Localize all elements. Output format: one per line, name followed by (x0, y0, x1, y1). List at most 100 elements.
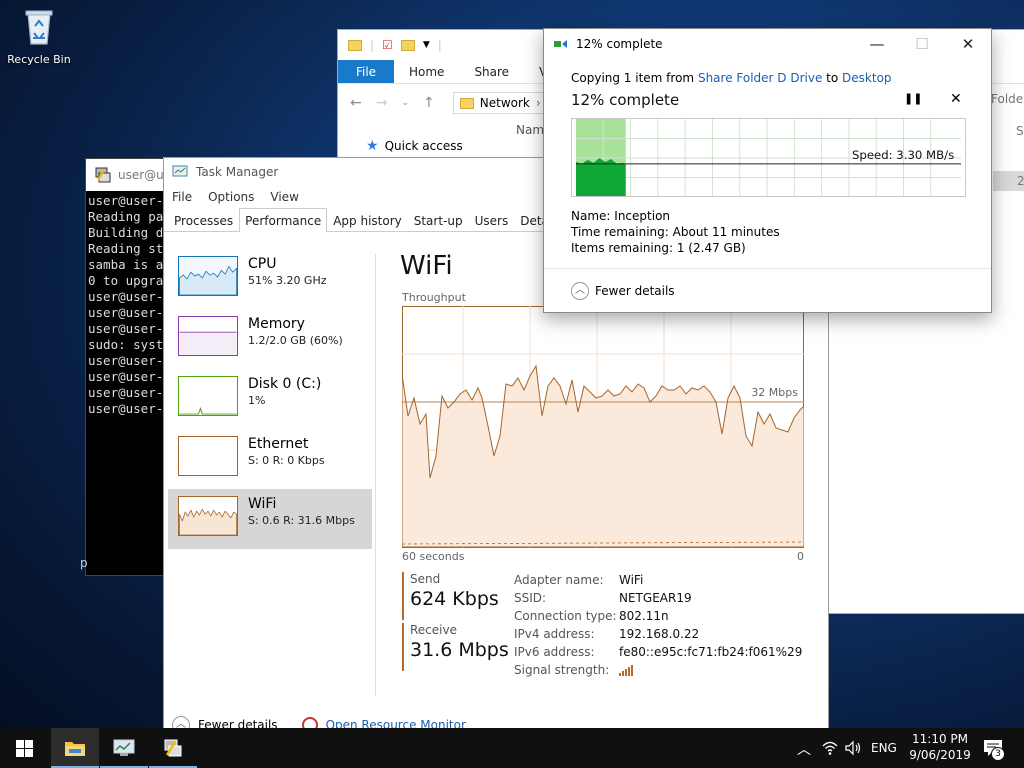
sidebar-item-disk[interactable]: Disk 0 (C:) 1% (168, 369, 372, 429)
copy-speed-graph: Speed: 3.30 MB/s (571, 118, 966, 197)
up-arrow-icon[interactable]: ↑ (423, 95, 435, 111)
recycle-bin-shortcut[interactable]: Recycle Bin (4, 6, 74, 66)
search-box-hint[interactable]: Folder (991, 92, 1024, 106)
copy-details: Name: Inception Time remaining: About 11… (571, 208, 780, 256)
sidebar-divider (375, 254, 376, 696)
action-center-button[interactable]: 3 (983, 739, 1005, 761)
destination-link[interactable]: Desktop (842, 71, 892, 85)
copy-progress-dialog[interactable]: 12% complete — ☐ ✕ Copying 1 item from S… (543, 28, 992, 313)
send-stat-bar (402, 572, 404, 620)
detail-key-adapter: Adapter name: (514, 573, 604, 587)
send-value: 624 Kbps (410, 588, 499, 610)
copy-dialog-divider (544, 268, 991, 269)
volume-icon[interactable] (845, 740, 863, 756)
notification-count-badge: 3 (991, 747, 1005, 761)
ribbon-tab-home[interactable]: Home (394, 60, 459, 83)
name-label: Name: (571, 209, 611, 223)
send-stat: Send 624 Kbps (402, 572, 499, 620)
ribbon-tab-share[interactable]: Share (459, 60, 524, 83)
properties-icon[interactable]: ☑ (382, 38, 393, 52)
adapter-details-keys: Adapter name: SSID: Connection type: IPv… (514, 571, 617, 679)
copy-progress-icon (554, 40, 567, 48)
copy-dialog-title: 12% complete (576, 37, 663, 51)
quick-access-dropdown-icon[interactable]: ▼ (423, 40, 430, 50)
folder-icon (348, 39, 362, 51)
sidebar-wifi-sub: S: 0.6 R: 31.6 Mbps (248, 514, 355, 527)
putty-icon (95, 167, 111, 183)
minimize-button[interactable]: — (865, 35, 889, 53)
progress-heading: 12% complete (571, 91, 680, 109)
copy-description: Copying 1 item from Share Folder D Drive… (571, 70, 892, 86)
ribbon-tab-file[interactable]: File (338, 60, 394, 83)
file-explorer-icon (65, 742, 85, 756)
network-wifi-icon[interactable] (822, 740, 838, 756)
sidebar-wifi-name: WiFi (248, 496, 277, 512)
close-window-button[interactable]: ✕ (956, 35, 980, 53)
star-icon: ★ (366, 138, 379, 154)
source-link[interactable]: Share Folder D Drive (698, 71, 822, 85)
detail-key-ssid: SSID: (514, 591, 547, 605)
sidebar-item-cpu[interactable]: CPU 51% 3.20 GHz (168, 249, 372, 309)
pause-button[interactable]: ❚❚ (904, 92, 922, 105)
taskbar: ︿ ENG 11:10 PM 9/06/2019 3 (0, 728, 1024, 768)
items-remaining-value: 1 (2.47 GB) (676, 241, 746, 255)
clock[interactable]: 11:10 PM 9/06/2019 (905, 732, 975, 762)
back-arrow-icon[interactable]: ← (350, 95, 362, 111)
nav-quick-access[interactable]: ★ Quick access (366, 138, 463, 154)
tab-processes[interactable]: Processes (168, 209, 239, 231)
forward-arrow-icon[interactable]: → (376, 95, 388, 111)
maximize-button[interactable]: ☐ (910, 35, 934, 53)
column-header-size[interactable]: Si (1016, 124, 1024, 138)
menu-view[interactable]: View (270, 190, 298, 204)
task-manager-icon (172, 165, 188, 177)
detail-key-connection: Connection type: (514, 609, 617, 623)
copy-to-word: to (826, 71, 839, 85)
cancel-copy-button[interactable]: ✕ (950, 91, 962, 107)
sidebar-item-wifi[interactable]: WiFi S: 0.6 R: 31.6 Mbps (168, 489, 372, 549)
clock-time: 11:10 PM (912, 732, 968, 746)
copy-fewer-details-label: Fewer details (595, 284, 675, 298)
graph-time-left: 60 seconds (402, 550, 465, 563)
sidebar-disk-name: Disk 0 (C:) (248, 376, 322, 392)
terminal-fragment: p (80, 556, 88, 570)
sidebar-ethernet-name: Ethernet (248, 436, 309, 452)
detail-value-ssid: NETGEAR19 (619, 591, 692, 605)
copy-fewer-details[interactable]: ︿ Fewer details (571, 282, 675, 300)
time-remaining-label: Time remaining: (571, 225, 669, 239)
detail-key-signal: Signal strength: (514, 663, 610, 677)
menu-options[interactable]: Options (208, 190, 254, 204)
detail-value-ipv4: 192.168.0.22 (619, 627, 700, 641)
receive-value: 31.6 Mbps (410, 639, 509, 661)
start-button[interactable] (0, 728, 48, 768)
detail-value-adapter: WiFi (619, 573, 644, 587)
recycle-bin-label: Recycle Bin (7, 53, 71, 66)
address-text: Network (479, 96, 530, 110)
recent-locations-icon[interactable]: ⌄ (401, 98, 409, 108)
tab-start-up[interactable]: Start-up (408, 209, 469, 231)
signal-strength-icon (619, 665, 633, 676)
menu-file[interactable]: File (172, 190, 192, 204)
recycle-bin-icon (25, 10, 53, 45)
tab-performance[interactable]: Performance (239, 208, 328, 232)
throughput-graph: 32 Mbps (402, 306, 804, 548)
wifi-mini-graph (178, 496, 238, 536)
adapter-details-values: WiFi NETGEAR19 802.11n 192.168.0.22 fe80… (619, 571, 802, 679)
new-folder-icon[interactable] (400, 39, 415, 51)
sidebar-cpu-name: CPU (248, 256, 277, 272)
tab-app-history[interactable]: App history (327, 209, 408, 231)
page-title: WiFi (400, 251, 453, 281)
memory-mini-graph (178, 316, 238, 356)
taskbar-task-manager[interactable] (100, 728, 148, 768)
show-hidden-icons-chevron[interactable]: ︿ (797, 739, 811, 759)
sidebar-memory-name: Memory (248, 316, 305, 332)
taskbar-file-explorer[interactable] (51, 728, 99, 768)
taskbar-putty[interactable] (149, 728, 197, 768)
input-language[interactable]: ENG (871, 741, 897, 755)
sidebar-item-ethernet[interactable]: Ethernet S: 0 R: 0 Kbps (168, 429, 372, 489)
detail-key-ipv6: IPv6 address: (514, 645, 595, 659)
copy-prefix: Copying 1 item from (571, 71, 695, 85)
selected-row[interactable]: 2, (993, 171, 1024, 191)
windows-logo-icon (15, 739, 33, 757)
sidebar-item-memory[interactable]: Memory 1.2/2.0 GB (60%) (168, 309, 372, 369)
tab-users[interactable]: Users (469, 209, 515, 231)
